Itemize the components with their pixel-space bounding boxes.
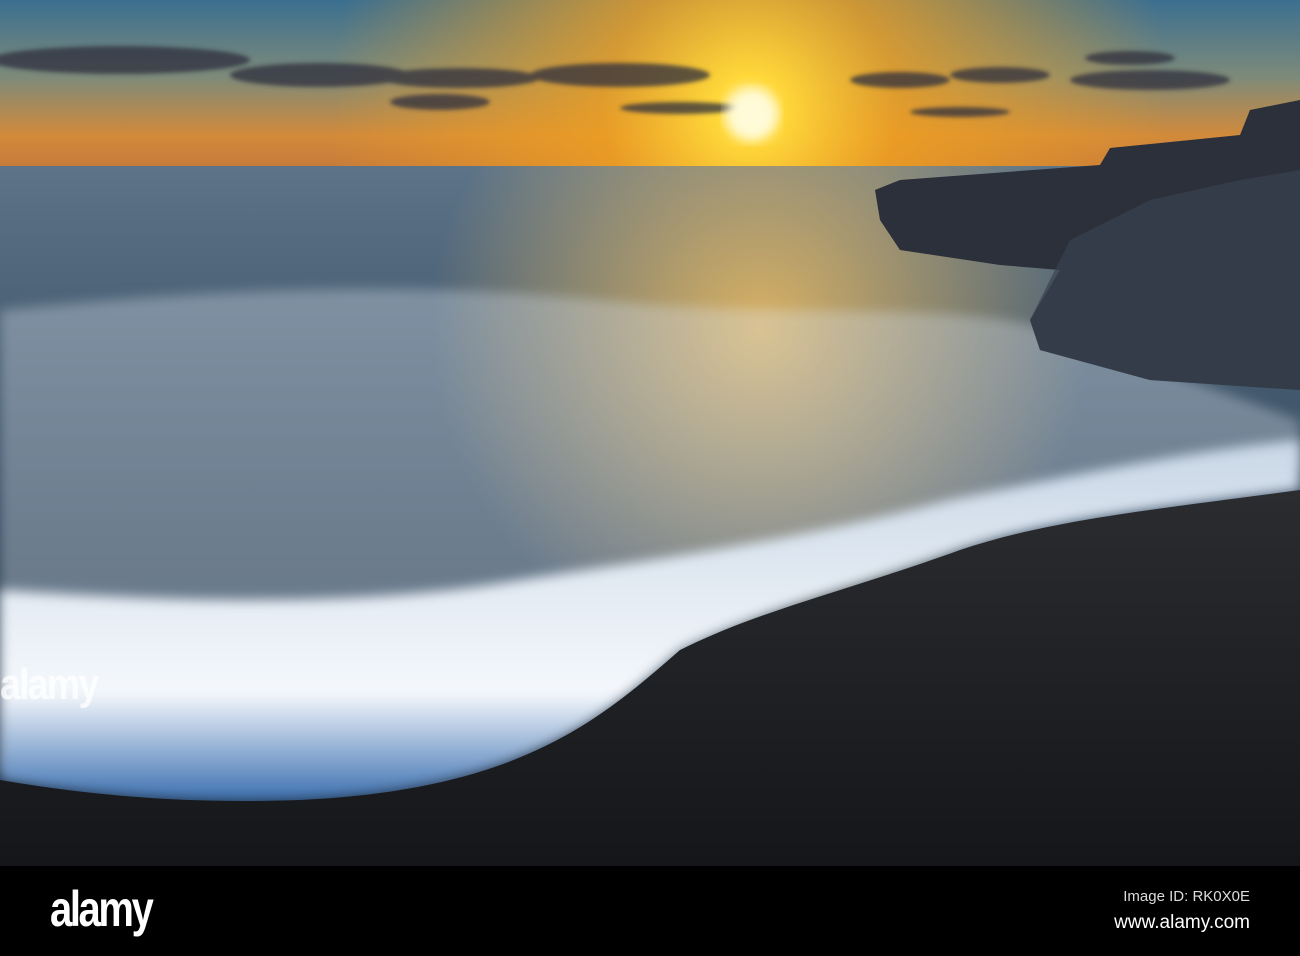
watermark: alamy xyxy=(0,660,99,709)
photo-scene xyxy=(0,0,1300,866)
image-id: Image ID: RK0X0E xyxy=(1123,888,1250,905)
footer-bar: alamy Image ID: RK0X0E www.alamy.com xyxy=(0,866,1300,956)
alamy-logo: alamy xyxy=(50,881,154,937)
beach-sunset-photo: alamy xyxy=(0,0,1300,866)
site-url: www.alamy.com xyxy=(1114,912,1250,933)
sun xyxy=(726,89,778,141)
